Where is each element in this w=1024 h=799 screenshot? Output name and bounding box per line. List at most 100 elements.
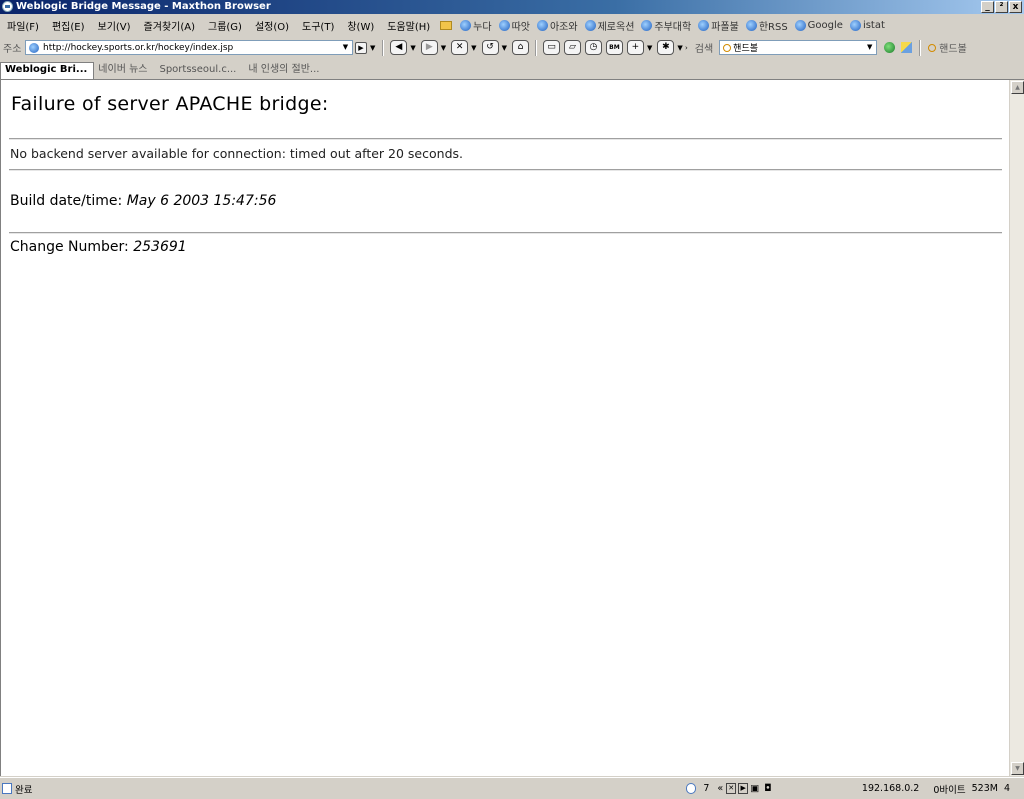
globe-icon[interactable]: [884, 42, 896, 53]
address-bar[interactable]: ▼: [25, 40, 353, 55]
window-title: Weblogic Bridge Message - Maxthon Browse…: [16, 1, 271, 12]
status-text: 완료: [15, 784, 33, 796]
address-label: 주소: [3, 44, 22, 55]
link-item[interactable]: 한RSS: [745, 18, 788, 33]
back-button[interactable]: ◀: [390, 40, 408, 55]
back-dropdown-icon[interactable]: ▼: [410, 44, 415, 52]
toolbar-separator: [534, 39, 537, 56]
search-label: 검색: [694, 44, 714, 55]
lock-icon[interactable]: ◘: [764, 783, 772, 794]
change-value: 253691: [133, 239, 187, 255]
ie-link-icon: [498, 19, 510, 31]
highlight-pen-icon[interactable]: [901, 42, 913, 53]
menu-window[interactable]: 창(W): [340, 18, 380, 33]
divider: [9, 138, 1002, 140]
minimize-button[interactable]: _: [981, 1, 994, 13]
menu-edit[interactable]: 편집(E): [45, 18, 91, 33]
tab-bar: Weblogic Bri... 네이버 뉴스 Sportsseoul.c... …: [0, 61, 1024, 80]
find-label[interactable]: 핸드볼: [939, 40, 967, 55]
bookmark-bm-icon[interactable]: BM: [605, 40, 623, 55]
link-item[interactable]: 아조와: [536, 18, 578, 33]
stop-button[interactable]: ✕: [451, 40, 469, 55]
book-icon[interactable]: ▭: [542, 40, 560, 55]
home-button[interactable]: ⌂: [511, 40, 529, 55]
build-value: May 6 2003 15:47:56: [126, 193, 277, 209]
link-item[interactable]: 제로옥션: [584, 18, 634, 33]
vertical-scrollbar[interactable]: ▲ ▼: [1009, 80, 1024, 776]
address-dropdown-icon[interactable]: ▼: [340, 42, 351, 53]
tab-naver-news[interactable]: 네이버 뉴스: [94, 63, 155, 79]
ie-link-icon: [641, 19, 653, 31]
maxthon-app-icon[interactable]: [2, 1, 13, 12]
forward-dropdown-icon[interactable]: ▼: [441, 44, 446, 52]
tab-life-half[interactable]: 내 인생의 절반...: [244, 63, 327, 79]
menu-favorites[interactable]: 즐겨찾기(A): [137, 18, 201, 33]
restore-button[interactable]: ²: [995, 1, 1008, 13]
search-magnifier-icon: [723, 43, 732, 52]
scroll-down-icon[interactable]: ▼: [1011, 762, 1024, 775]
link-item[interactable]: istat: [849, 19, 885, 31]
plugin-dropdown-icon[interactable]: ▼ ›: [677, 44, 687, 52]
search-input[interactable]: [731, 42, 856, 53]
address-toolbar: 주소 ▼ ▶ ▼ ◀▼ ▶▼ ✕▼ ↺▼ ⌂ ▭ ▱ ◷ BM +▼ ✱▼ › …: [0, 37, 1024, 58]
history-icon[interactable]: ◷: [584, 40, 602, 55]
divider: [9, 169, 1002, 171]
build-label: Build date/time:: [10, 193, 123, 209]
menu-tools[interactable]: 도구(T): [295, 18, 340, 33]
refresh-button[interactable]: ↺: [481, 40, 499, 55]
toolbar-separator: [919, 39, 922, 56]
play-icon[interactable]: ▶: [738, 783, 749, 794]
ip-address: 192.168.0.2: [861, 783, 920, 794]
page-heading: Failure of server APACHE bridge:: [11, 93, 329, 115]
search-dropdown-icon[interactable]: ▼: [864, 42, 875, 53]
menu-options[interactable]: 설정(O): [248, 18, 295, 33]
change-info: Change Number: 253691: [10, 239, 187, 255]
ie-link-icon: [584, 19, 596, 31]
memory-usage: 523M: [971, 783, 998, 794]
menu-help[interactable]: 도움말(H): [380, 18, 436, 33]
link-item[interactable]: 따앗: [498, 18, 530, 33]
add-dropdown-icon[interactable]: ▼: [647, 44, 652, 52]
error-message: No backend server available for connecti…: [10, 146, 463, 161]
build-info: Build date/time: May 6 2003 15:47:56: [10, 193, 276, 209]
link-item[interactable]: 누다: [460, 18, 492, 33]
go-dropdown-icon[interactable]: ▼: [370, 44, 375, 52]
link-item[interactable]: 주부대학: [641, 18, 691, 33]
menu-group[interactable]: 그룹(G): [201, 18, 248, 33]
forward-button[interactable]: ▶: [420, 40, 438, 55]
page-content: Failure of server APACHE bridge: No back…: [0, 80, 1009, 776]
window-controls: _ ² x: [981, 1, 1022, 13]
ie-link-icon: [745, 19, 757, 31]
divider: [9, 232, 1002, 234]
screen-icon[interactable]: ▣: [750, 783, 759, 794]
url-input[interactable]: [41, 41, 325, 54]
right-tools: 핸드볼: [881, 39, 967, 56]
plugin-bug-icon[interactable]: ✱: [657, 40, 675, 55]
menu-file[interactable]: 파일(F): [0, 18, 45, 33]
ie-link-icon: [460, 19, 472, 31]
status-bar: 완료 7 « ✕ ▶ ▣ ◘ 192.168.0.2 0바이트 523M 4: [0, 777, 1024, 799]
close-button[interactable]: x: [1009, 1, 1022, 13]
stop-dropdown-icon[interactable]: ▼: [471, 44, 476, 52]
search-box[interactable]: ▼: [719, 40, 878, 55]
title-bar: Weblogic Bridge Message - Maxthon Browse…: [0, 0, 1024, 14]
folder-icon[interactable]: [440, 20, 453, 30]
popup-block-icon[interactable]: [686, 783, 697, 794]
rewind-icon[interactable]: «: [717, 783, 723, 794]
scroll-up-icon[interactable]: ▲: [1011, 81, 1024, 94]
open-folder-icon[interactable]: ▱: [563, 40, 581, 55]
tab-weblogic[interactable]: Weblogic Bri...: [0, 62, 95, 79]
add-plus-icon[interactable]: +: [626, 40, 644, 55]
ie-link-icon: [794, 19, 806, 31]
stop-media-icon[interactable]: ✕: [726, 783, 737, 794]
toolbar-separator: [382, 39, 385, 56]
menu-bar: 파일(F) 편집(E) 보기(V) 즐겨찾기(A) 그룹(G) 설정(O) 도구…: [0, 15, 1024, 35]
link-item[interactable]: 파폴불: [698, 18, 739, 33]
ie-link-icon: [536, 19, 548, 31]
link-item[interactable]: Google: [794, 19, 843, 31]
menu-view[interactable]: 보기(V): [91, 18, 137, 33]
refresh-dropdown-icon[interactable]: ▼: [502, 44, 507, 52]
tab-sportsseoul[interactable]: Sportsseoul.c...: [155, 63, 244, 79]
find-magnifier-icon[interactable]: [928, 43, 937, 52]
go-button[interactable]: ▶: [355, 41, 367, 54]
